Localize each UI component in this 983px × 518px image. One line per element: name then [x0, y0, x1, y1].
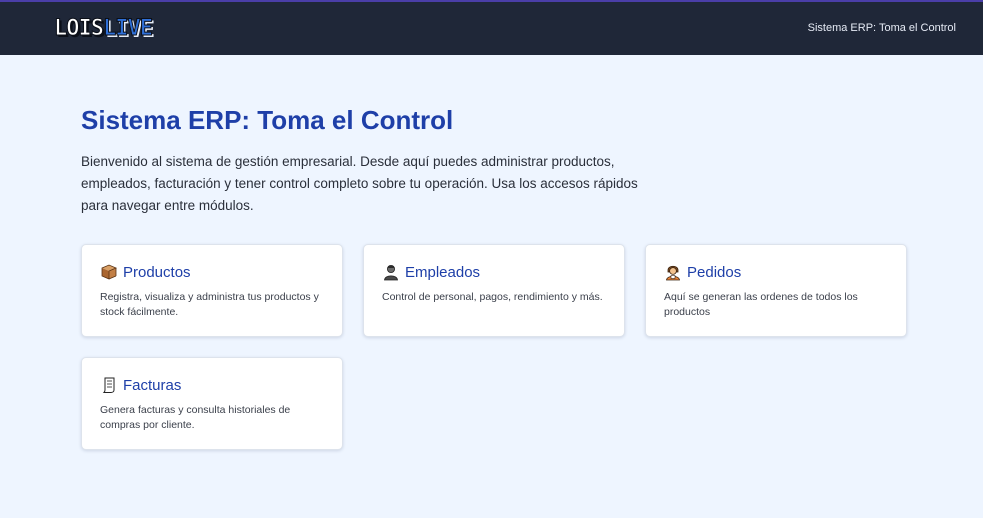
- navbar-title: Sistema ERP: Toma el Control: [807, 22, 956, 34]
- card-description: Genera facturas y consulta historiales d…: [100, 404, 291, 431]
- card-header: Pedidos: [664, 263, 888, 281]
- card-description: Registra, visualiza y administra tus pro…: [100, 291, 319, 318]
- person-icon: [382, 263, 400, 281]
- card-pedidos[interactable]: Pedidos Aquí se generan las ordenes de t…: [645, 244, 907, 337]
- intro-text: Bienvenido al sistema de gestión empresa…: [81, 154, 638, 213]
- card-empleados[interactable]: Empleados Control de personal, pagos, re…: [363, 244, 625, 337]
- card-header: Facturas: [100, 376, 324, 394]
- page-title: Sistema ERP: Toma el Control: [81, 105, 454, 135]
- card-title: Facturas: [123, 376, 182, 394]
- scroll-icon: [100, 376, 118, 394]
- card-title: Productos: [123, 263, 191, 281]
- logo-text-live: LIVE: [102, 16, 153, 41]
- card-title: Empleados: [405, 263, 481, 281]
- box-icon: [100, 263, 118, 281]
- card-description: Control de personal, pagos, rendimiento …: [382, 291, 603, 303]
- card-header: Productos: [100, 263, 324, 281]
- card-facturas[interactable]: Facturas Genera facturas y consulta hist…: [81, 357, 343, 450]
- card-productos[interactable]: Productos Registra, visualiza y administ…: [81, 244, 343, 337]
- card-title: Pedidos: [687, 263, 742, 281]
- card-description: Aquí se generan las ordenes de todos los…: [664, 291, 858, 318]
- top-navbar: LOIS LIVE Sistema ERP: Toma el Control: [0, 0, 983, 55]
- main-content: Sistema ERP: Toma el Control Bienvenido …: [81, 104, 911, 217]
- card-header: Empleados: [382, 263, 606, 281]
- clerk-icon: [664, 263, 682, 281]
- lois-live-logo[interactable]: LOIS LIVE: [54, 16, 154, 42]
- logo-text-lois: LOIS: [54, 16, 105, 41]
